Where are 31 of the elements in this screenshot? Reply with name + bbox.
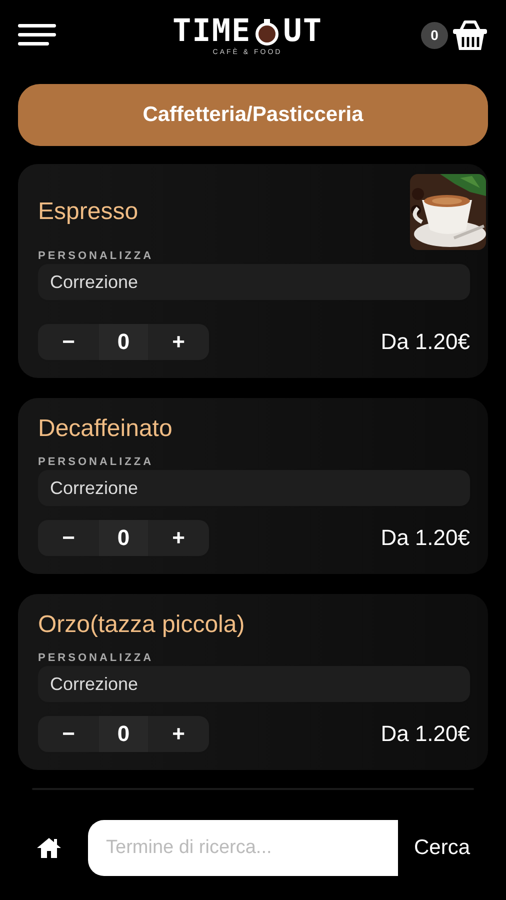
category-button[interactable]: Caffetteria/Pasticceria [18, 84, 488, 146]
minus-button[interactable]: − [38, 324, 99, 360]
customize-select[interactable]: Correzione [38, 666, 470, 702]
home-icon[interactable] [36, 836, 62, 860]
customize-label: PERSONALIZZA [38, 652, 155, 664]
product-price: Da 1.20€ [380, 329, 470, 355]
customize-select[interactable]: Correzione [38, 264, 470, 300]
minus-button[interactable]: − [38, 716, 99, 752]
logo-text: TIME [172, 16, 252, 47]
plus-button[interactable]: + [148, 716, 209, 752]
product-price: Da 1.20€ [380, 721, 470, 747]
menu-icon[interactable] [18, 23, 56, 47]
product-name: Orzo(tazza piccola) [38, 611, 245, 639]
cart-count-badge: 0 [420, 22, 448, 48]
quantity-value: 0 [99, 520, 148, 556]
search-button[interactable]: Cerca [414, 836, 470, 860]
customize-label: PERSONALIZZA [38, 456, 155, 468]
product-name: Espresso [38, 198, 138, 226]
plus-button[interactable]: + [148, 520, 209, 556]
product-name: Decaffeinato [38, 415, 172, 443]
coffee-cup-icon [254, 18, 280, 46]
basket-icon[interactable] [452, 19, 488, 51]
quantity-value: 0 [99, 324, 148, 360]
customize-select[interactable]: Correzione [38, 470, 470, 506]
plus-button[interactable]: + [148, 324, 209, 360]
search-field[interactable]: Termine di ricerca... [88, 820, 398, 876]
product-price: Da 1.20€ [380, 525, 470, 551]
logo-text: UT [283, 16, 322, 47]
quantity-value: 0 [99, 716, 148, 752]
minus-button[interactable]: − [38, 520, 99, 556]
customize-label: PERSONALIZZA [38, 250, 155, 262]
